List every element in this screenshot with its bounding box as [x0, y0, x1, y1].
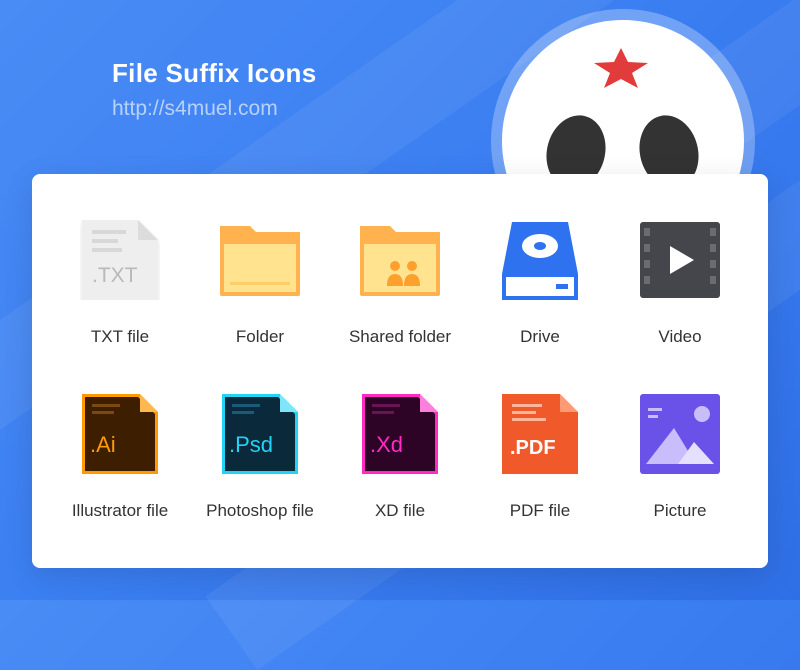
- psd-badge: .Psd: [229, 432, 273, 457]
- txt-file-icon: .TXT: [80, 220, 160, 300]
- icon-label: Picture: [653, 501, 707, 520]
- video-icon: [640, 220, 720, 300]
- icon-label: Drive: [520, 327, 560, 346]
- icon-label: Photoshop file: [206, 501, 314, 520]
- folder-icon: [220, 220, 300, 300]
- xd-badge: .Xd: [370, 432, 403, 457]
- tile-video[interactable]: Video: [610, 174, 750, 346]
- photoshop-file-icon: .Psd: [220, 394, 300, 474]
- icon-label: TXT file: [90, 327, 150, 346]
- tile-folder[interactable]: Folder: [190, 174, 330, 346]
- shared-folder-icon: [360, 220, 440, 300]
- pdf-file-icon: .PDF: [500, 394, 580, 474]
- icon-label: Folder: [235, 327, 285, 346]
- page-title: File Suffix Icons: [112, 58, 317, 88]
- tile-txt-file[interactable]: .TXT TXT file: [50, 174, 190, 346]
- icon-label: Illustrator file: [71, 501, 169, 520]
- icon-card: .TXT TXT file Folder Shared folder Drive…: [32, 174, 768, 568]
- tile-shared-folder[interactable]: Shared folder: [330, 174, 470, 346]
- icon-label: XD file: [374, 501, 426, 520]
- icon-label: Shared folder: [348, 327, 452, 346]
- tile-picture[interactable]: Picture: [610, 348, 750, 520]
- author-url: http://s4muel.com: [112, 97, 278, 120]
- tile-photoshop-file[interactable]: .Psd Photoshop file: [190, 348, 330, 520]
- icon-label: Video: [658, 327, 702, 346]
- tile-illustrator-file[interactable]: .Ai Illustrator file: [50, 348, 190, 520]
- txt-badge: .TXT: [92, 264, 138, 287]
- star-icon: [594, 48, 648, 88]
- picture-icon: [640, 394, 720, 474]
- ai-badge: .Ai: [90, 432, 116, 457]
- xd-file-icon: .Xd: [360, 394, 440, 474]
- tile-xd-file[interactable]: .Xd XD file: [330, 348, 470, 520]
- icon-label: PDF file: [509, 501, 571, 520]
- drive-icon: [500, 220, 580, 300]
- tile-pdf-file[interactable]: .PDF PDF file: [470, 348, 610, 520]
- illustrator-file-icon: .Ai: [80, 394, 160, 474]
- pdf-badge: .PDF: [510, 437, 556, 459]
- tile-drive[interactable]: Drive: [470, 174, 610, 346]
